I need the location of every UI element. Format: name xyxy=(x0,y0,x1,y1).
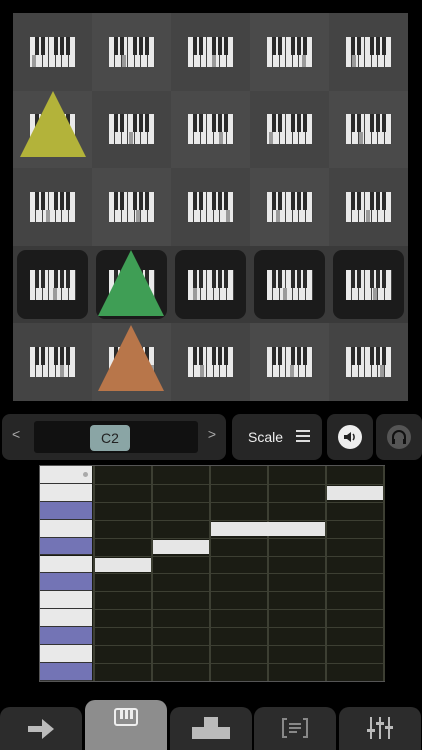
black-key[interactable] xyxy=(40,627,92,645)
pad-cell[interactable] xyxy=(13,13,92,91)
speaker-button[interactable] xyxy=(327,414,373,460)
pad-cell[interactable] xyxy=(171,90,250,169)
mini-keyboard-icon xyxy=(266,36,313,67)
sequence-note[interactable] xyxy=(153,539,209,554)
piano-roll-grid[interactable] xyxy=(93,466,385,681)
bracket-list-icon xyxy=(282,718,308,738)
note-selector: < C2 > xyxy=(2,414,226,460)
mixer-sliders-icon xyxy=(367,717,393,739)
mini-keyboard-icon xyxy=(187,269,234,300)
white-key[interactable] xyxy=(40,645,92,663)
mini-keyboard-icon xyxy=(108,191,155,222)
black-key[interactable] xyxy=(40,662,92,681)
mini-keyboard-icon xyxy=(187,36,234,67)
black-key[interactable] xyxy=(40,537,92,556)
green-triangle-token[interactable] xyxy=(98,250,164,316)
yellow-triangle-token[interactable] xyxy=(20,91,86,157)
headphones-icon xyxy=(387,425,411,449)
tab-list[interactable] xyxy=(254,707,336,750)
pad-cell[interactable] xyxy=(329,168,408,246)
piano-icon xyxy=(114,708,138,726)
pad-cell[interactable] xyxy=(92,90,171,169)
key-indicator xyxy=(83,472,88,477)
scale-button[interactable]: Scale xyxy=(232,414,322,460)
pad-cell[interactable] xyxy=(13,323,92,401)
sequence-note[interactable] xyxy=(211,521,325,536)
piano-roll[interactable] xyxy=(39,465,385,682)
mini-keyboard-icon xyxy=(187,191,234,222)
mini-keyboard-icon xyxy=(187,347,234,378)
pad-cell[interactable] xyxy=(250,323,329,401)
mini-keyboard-icon xyxy=(345,191,392,222)
mini-keyboard-icon xyxy=(266,347,313,378)
mini-keyboard-icon xyxy=(29,191,76,222)
sequence-note[interactable] xyxy=(95,557,151,572)
mini-keyboard-icon xyxy=(345,36,392,67)
note-display: C2 xyxy=(34,421,198,453)
next-note-button[interactable]: > xyxy=(208,426,216,442)
pad-cell[interactable] xyxy=(175,249,246,320)
mini-keyboard-icon xyxy=(29,347,76,378)
pad-cell[interactable] xyxy=(171,168,250,246)
tab-blocks[interactable] xyxy=(170,707,252,750)
mini-keyboard-icon xyxy=(108,114,155,145)
mini-keyboard-icon xyxy=(29,36,76,67)
prev-note-button[interactable]: < xyxy=(12,426,20,442)
pad-cell[interactable] xyxy=(254,249,325,320)
mini-keyboard-icon xyxy=(266,191,313,222)
pad-cell[interactable] xyxy=(333,249,404,320)
white-key[interactable] xyxy=(40,555,92,574)
pad-cell[interactable] xyxy=(13,168,92,246)
mini-keyboard-icon xyxy=(345,269,392,300)
pad-cell[interactable] xyxy=(329,323,408,401)
sequence-note[interactable] xyxy=(327,485,383,500)
tab-sequencer[interactable] xyxy=(0,707,82,750)
white-key[interactable] xyxy=(40,483,92,502)
mini-keyboard-icon xyxy=(187,114,234,145)
hamburger-icon xyxy=(296,430,310,445)
pad-cell[interactable] xyxy=(92,168,171,246)
pad-cell[interactable] xyxy=(17,249,88,320)
pad-cell[interactable] xyxy=(250,13,329,91)
pad-cell[interactable] xyxy=(329,13,408,91)
orange-triangle-token[interactable] xyxy=(98,325,164,391)
speaker-icon xyxy=(338,425,362,449)
block-stack-icon xyxy=(192,717,230,739)
pad-cell[interactable] xyxy=(171,13,250,91)
white-key[interactable] xyxy=(40,609,92,628)
pad-cell[interactable] xyxy=(250,90,329,169)
mini-keyboard-icon xyxy=(266,114,313,145)
pad-cell[interactable] xyxy=(250,168,329,246)
mini-keyboard-icon xyxy=(345,114,392,145)
note-value[interactable]: C2 xyxy=(90,425,130,451)
scale-label: Scale xyxy=(248,429,284,445)
mini-keyboard-icon xyxy=(345,347,392,378)
black-key[interactable] xyxy=(40,573,92,592)
headphones-button[interactable] xyxy=(376,414,422,460)
mini-keyboard-icon xyxy=(266,269,313,300)
black-key[interactable] xyxy=(40,501,92,520)
tab-mixer[interactable] xyxy=(339,707,421,750)
pad-cell[interactable] xyxy=(92,13,171,91)
white-key[interactable] xyxy=(40,591,92,610)
tab-piano[interactable] xyxy=(85,700,167,750)
mini-keyboard-icon xyxy=(29,269,76,300)
pad-cell[interactable] xyxy=(329,90,408,169)
pad-cell[interactable] xyxy=(171,323,250,401)
mini-keyboard-icon xyxy=(108,36,155,67)
arrow-right-icon xyxy=(28,719,54,739)
pad-grid xyxy=(13,13,408,401)
white-key[interactable] xyxy=(40,519,92,538)
